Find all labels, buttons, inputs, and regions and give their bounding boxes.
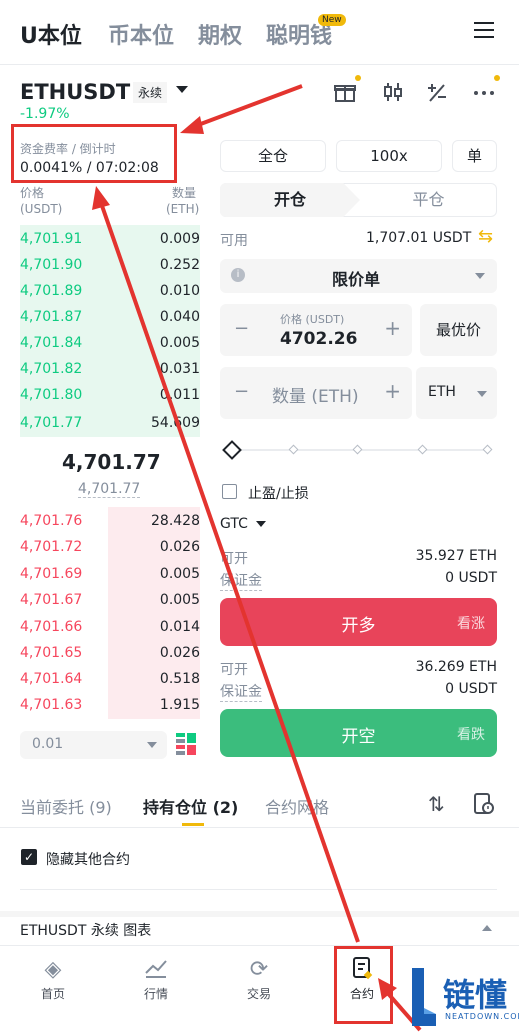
watermark-logo bbox=[410, 968, 438, 1028]
watermark-text: 链懂 bbox=[443, 976, 508, 1014]
annotation-arrows bbox=[92, 84, 422, 1032]
watermark-subtext: NEATDOWN.COM bbox=[445, 1012, 519, 1021]
